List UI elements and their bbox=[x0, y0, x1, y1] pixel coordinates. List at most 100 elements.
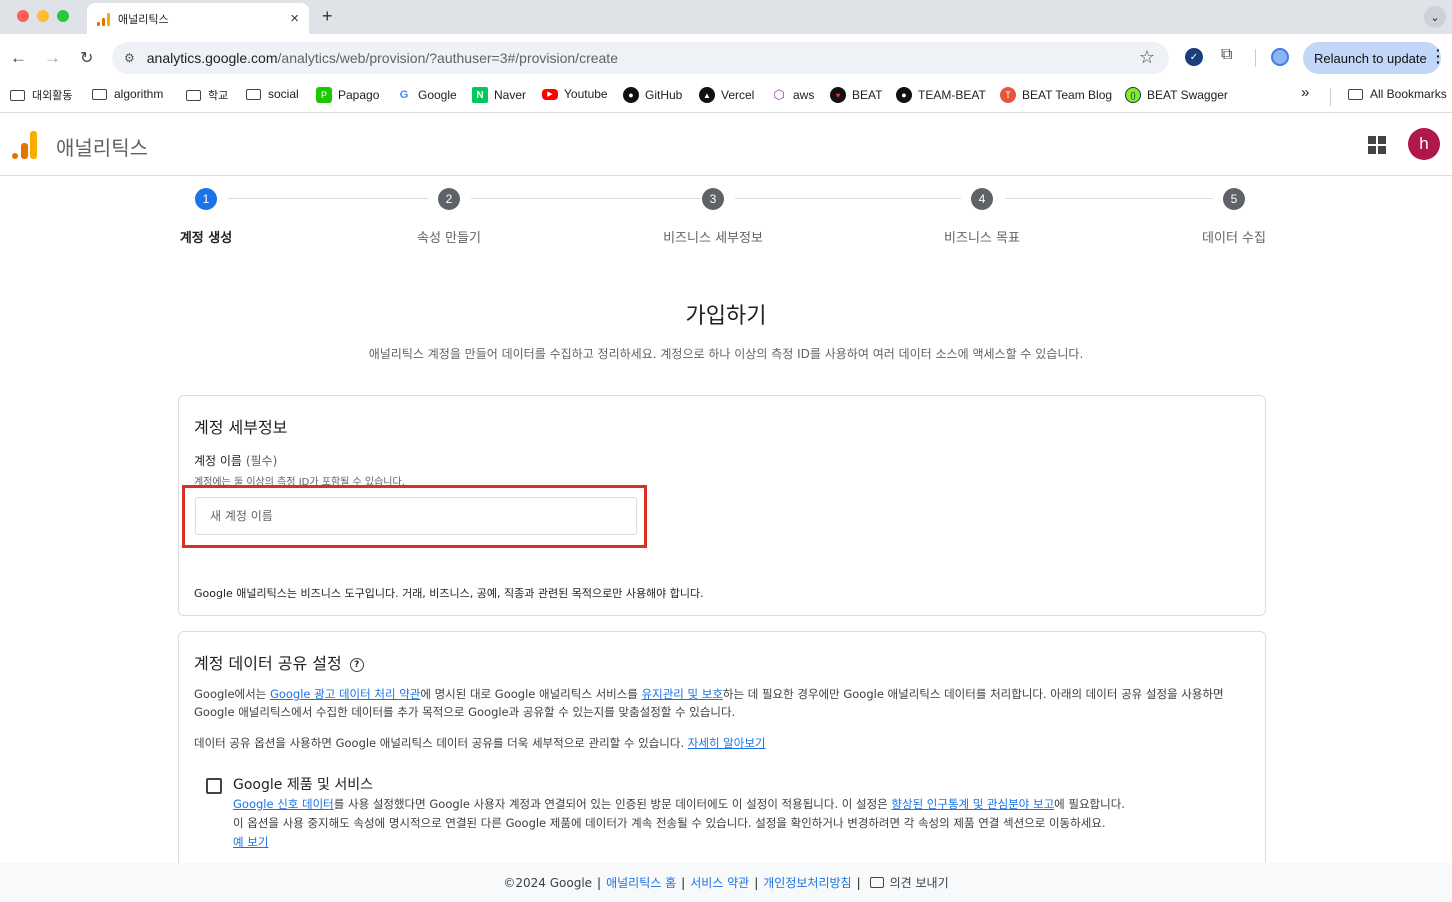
bookmark-star-icon[interactable]: ☆ bbox=[1139, 47, 1155, 68]
minimize-window-button[interactable] bbox=[37, 10, 49, 22]
close-window-button[interactable] bbox=[17, 10, 29, 22]
bookmarks-divider bbox=[1330, 88, 1331, 106]
footer-separator: | bbox=[597, 875, 602, 890]
folder-icon bbox=[10, 89, 25, 101]
step-4-label: 비즈니스 목표 bbox=[944, 231, 1020, 246]
terms-of-service-link[interactable]: 서비스 약관 bbox=[690, 874, 749, 891]
account-name-hint: 계정에는 둘 이상의 측정 ID가 포함될 수 있습니다. bbox=[194, 477, 405, 488]
relaunch-label: Relaunch to update bbox=[1314, 50, 1427, 66]
site-settings-icon[interactable]: ⚙ bbox=[124, 51, 135, 65]
feedback-icon bbox=[869, 877, 884, 888]
step-1-circle: 1 bbox=[195, 188, 217, 210]
maintain-protect-link[interactable]: 유지관리 및 보호 bbox=[642, 687, 723, 701]
step-2-label: 속성 만들기 bbox=[417, 231, 481, 246]
data-sharing-title: 계정 데이터 공유 설정? bbox=[194, 650, 364, 674]
stepper-connector bbox=[735, 198, 961, 199]
bookmark-papago[interactable]: P Papago bbox=[316, 87, 379, 103]
reload-icon[interactable]: ↻ bbox=[80, 48, 93, 68]
step-2-circle: 2 bbox=[438, 188, 460, 210]
google-products-title[interactable]: Google 제품 및 서비스 bbox=[233, 774, 373, 794]
send-feedback-button[interactable]: 의견 보내기 bbox=[866, 874, 949, 891]
help-icon[interactable]: ? bbox=[349, 658, 364, 672]
address-bar[interactable]: ⚙ analytics.google.com/analytics/web/pro… bbox=[112, 42, 1169, 74]
bookmark-beat[interactable]: ♥ BEAT bbox=[830, 87, 882, 103]
bookmark-vercel[interactable]: ▲ Vercel bbox=[699, 87, 754, 103]
step-5-circle: 5 bbox=[1223, 188, 1245, 210]
swagger-icon: {} bbox=[1125, 87, 1141, 103]
bookmark-youtube[interactable]: ▶ Youtube bbox=[542, 87, 608, 101]
privacy-policy-link[interactable]: 개인정보처리방침 bbox=[763, 874, 851, 891]
account-name-input[interactable] bbox=[195, 497, 637, 535]
analytics-favicon-icon bbox=[97, 12, 110, 26]
bookmark-folder-school[interactable]: 학교 bbox=[186, 87, 228, 103]
bookmarks-bar: 대외활동 algorithm 학교 social P Papago G Google… bbox=[0, 80, 1452, 113]
bookmark-naver[interactable]: N Naver bbox=[472, 87, 526, 103]
naver-icon: N bbox=[472, 87, 488, 103]
analytics-logo-icon[interactable] bbox=[12, 131, 38, 159]
google-products-checkbox[interactable] bbox=[206, 778, 222, 794]
step-3-label: 비즈니스 세부정보 bbox=[663, 231, 763, 246]
google-apps-grid-icon[interactable] bbox=[1368, 136, 1386, 154]
url-text[interactable]: analytics.google.com/analytics/web/provi… bbox=[147, 50, 618, 66]
footer-separator: | bbox=[856, 875, 861, 890]
data-sharing-options-paragraph: 데이터 공유 옵션을 사용하면 Google 애널리틱스 데이터 공유를 더욱 … bbox=[194, 736, 766, 750]
google-products-description: Google 신호 데이터를 사용 설정했다면 Google 사용자 계정과 연… bbox=[233, 797, 1125, 849]
folder-icon bbox=[92, 88, 107, 100]
step-5-label: 데이터 수집 bbox=[1202, 231, 1266, 246]
vercel-icon: ▲ bbox=[699, 87, 715, 103]
folder-icon bbox=[1348, 88, 1363, 100]
analytics-home-link[interactable]: 애널리틱스 홈 bbox=[606, 874, 676, 891]
extension-check-icon[interactable]: ✓ bbox=[1185, 48, 1203, 66]
step-1-label: 계정 생성 bbox=[179, 231, 233, 246]
bookmark-beat-swagger[interactable]: {} BEAT Swagger bbox=[1125, 87, 1228, 103]
maximize-window-button[interactable] bbox=[57, 10, 69, 22]
browser-menu-icon[interactable]: · · · bbox=[1436, 43, 1441, 69]
account-details-title: 계정 세부정보 bbox=[194, 418, 288, 437]
step-4-circle: 4 bbox=[971, 188, 993, 210]
stepper-connector bbox=[228, 198, 428, 199]
bookmark-folder-social[interactable]: social bbox=[246, 87, 299, 101]
more-bookmarks-chevron-icon[interactable]: » bbox=[1301, 84, 1309, 101]
footer-separator: | bbox=[681, 875, 686, 890]
account-details-card: 계정 세부정보 계정 이름 (필수) 계정에는 둘 이상의 측정 ID가 포함될… bbox=[178, 395, 1266, 616]
back-arrow-icon[interactable]: ← bbox=[10, 48, 27, 68]
new-tab-button[interactable]: + bbox=[322, 6, 333, 27]
tab-search-chevron-icon[interactable]: ⌄ bbox=[1424, 6, 1446, 28]
browser-toolbar: ← → ↻ ⚙ analytics.google.com/analytics/w… bbox=[0, 34, 1452, 80]
bookmark-folder-algorithm[interactable]: algorithm bbox=[92, 87, 163, 101]
learn-more-link[interactable]: 자세히 알아보기 bbox=[688, 736, 766, 750]
bookmark-folder-contests[interactable]: 대외활동 bbox=[10, 87, 72, 103]
ads-data-terms-link[interactable]: Google 광고 데이터 처리 약관 bbox=[270, 687, 420, 701]
account-avatar[interactable]: h bbox=[1408, 128, 1440, 160]
copyright-text: ©2024 Google bbox=[503, 875, 593, 890]
profile-icon[interactable] bbox=[1271, 48, 1289, 66]
bookmark-team-beat[interactable]: ● TEAM-BEAT bbox=[896, 87, 986, 103]
youtube-icon: ▶ bbox=[542, 88, 558, 100]
footer-separator: | bbox=[754, 875, 759, 890]
page-title: 가입하기 bbox=[685, 304, 767, 329]
demographics-reports-link[interactable]: 향상된 인구통계 및 관심분야 보고 bbox=[891, 797, 1054, 811]
show-example-link[interactable]: 예 보기 bbox=[233, 835, 268, 849]
beat-icon: ♥ bbox=[830, 87, 846, 103]
all-bookmarks-folder[interactable]: All Bookmarks bbox=[1348, 87, 1447, 101]
data-processing-paragraph: Google에서는 Google 광고 데이터 처리 약관에 명시된 대로 Go… bbox=[194, 687, 1224, 719]
bookmark-github[interactable]: ● GitHub bbox=[623, 87, 682, 103]
extensions-puzzle-icon[interactable]: ⧉ bbox=[1221, 46, 1239, 64]
bookmark-google[interactable]: G Google bbox=[396, 87, 457, 103]
step-3-circle: 3 bbox=[702, 188, 724, 210]
aws-cube-icon: ⬡ bbox=[773, 87, 785, 102]
folder-icon bbox=[246, 88, 261, 100]
bookmark-aws[interactable]: ⬡ aws bbox=[771, 87, 814, 103]
data-sharing-card: 계정 데이터 공유 설정? Google에서는 Google 광고 데이터 처리… bbox=[178, 631, 1266, 871]
folder-icon bbox=[186, 89, 201, 101]
app-title[interactable]: 애널리틱스 bbox=[56, 132, 148, 161]
bookmark-beat-team-blog[interactable]: T BEAT Team Blog bbox=[1000, 87, 1112, 103]
tab-close-icon[interactable]: × bbox=[290, 10, 299, 27]
google-signals-link[interactable]: Google 신호 데이터 bbox=[233, 797, 334, 811]
github-icon: ● bbox=[623, 87, 639, 103]
forward-arrow-icon[interactable]: → bbox=[44, 48, 61, 68]
analytics-header: 애널리틱스 h bbox=[0, 114, 1452, 176]
browser-tab-analytics[interactable]: 애널리틱스 × bbox=[87, 3, 309, 34]
relaunch-button[interactable]: Relaunch to update bbox=[1303, 42, 1441, 74]
github-icon: ● bbox=[896, 87, 912, 103]
